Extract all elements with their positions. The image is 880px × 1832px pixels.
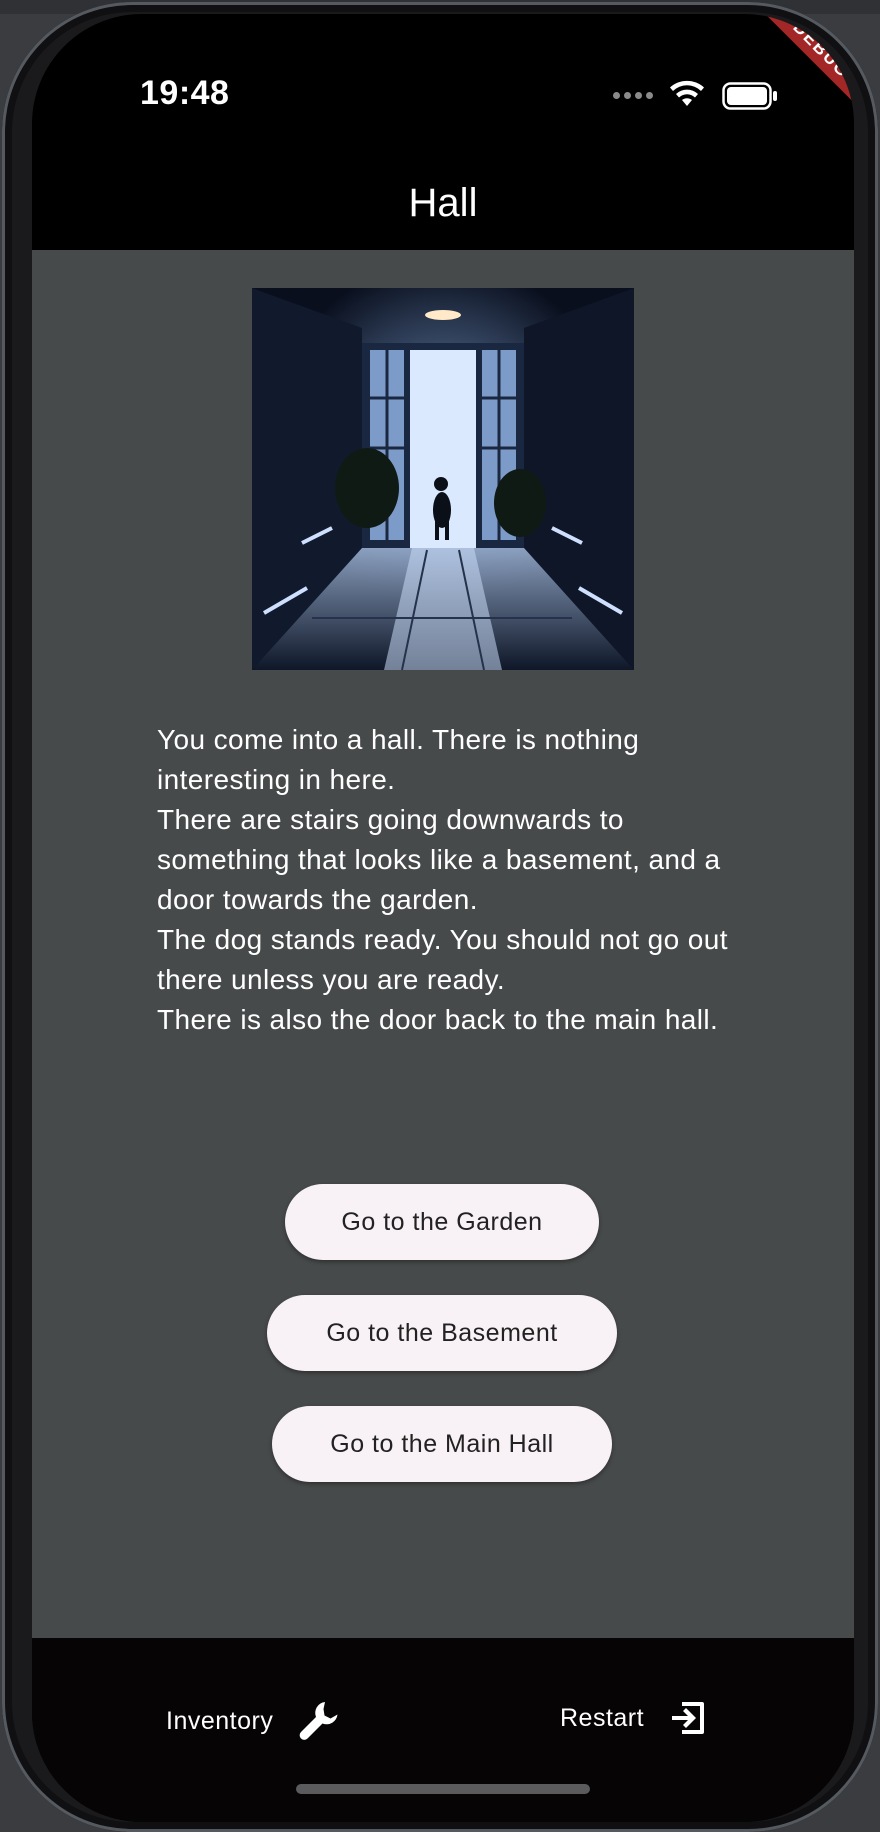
- inventory-button[interactable]: Inventory: [166, 1698, 343, 1744]
- go-to-main-hall-button[interactable]: Go to the Main Hall: [272, 1406, 612, 1482]
- room-content: You come into a hall. There is nothing i…: [32, 250, 854, 1638]
- description-line: You come into a hall. There is nothing i…: [157, 724, 640, 795]
- description-line: There is also the door back to the main …: [157, 1004, 719, 1035]
- wifi-icon: [670, 80, 704, 106]
- description-line: There are stairs going downwards to some…: [157, 804, 721, 915]
- status-time: 19:48: [140, 74, 230, 112]
- restart-label: Restart: [560, 1703, 645, 1732]
- inventory-label: Inventory: [166, 1706, 274, 1735]
- go-to-basement-button[interactable]: Go to the Basement: [267, 1295, 617, 1371]
- exit-icon: [672, 1702, 705, 1734]
- hallway-with-dog-image: [252, 288, 634, 670]
- bottom-navigation-bar: Inventory Restart: [32, 1638, 854, 1822]
- battery-icon: [722, 82, 777, 110]
- wrench-icon: [299, 1702, 338, 1740]
- home-indicator[interactable]: [296, 1784, 590, 1794]
- room-description: You come into a hall. There is nothing i…: [157, 720, 737, 1040]
- phone-frame: 19:48 DEBUG Hall You come into a hall. T…: [2, 2, 878, 1832]
- go-to-garden-button[interactable]: Go to the Garden: [285, 1184, 599, 1260]
- phone-screen: 19:48 DEBUG Hall You come into a hall. T…: [32, 14, 854, 1822]
- restart-button[interactable]: Restart: [560, 1698, 708, 1738]
- description-line: The dog stands ready. You should not go …: [157, 924, 728, 995]
- cellular-signal-icon: [613, 92, 653, 99]
- page-title: Hall: [408, 181, 478, 225]
